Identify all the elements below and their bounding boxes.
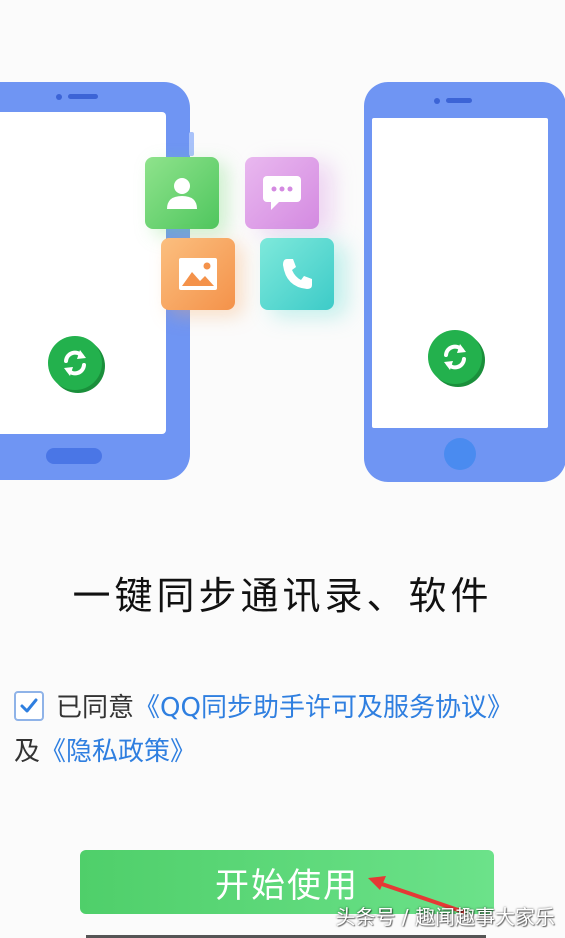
privacy-policy-link[interactable]: 《隐私政策》	[40, 737, 196, 767]
app-screen: 一键同步通讯录、软件 已同意《QQ同步助手许可及服务协议》 及《隐私政策》 开始…	[0, 0, 565, 938]
target-phone	[364, 82, 565, 482]
agreement-row: 已同意《QQ同步助手许可及服务协议》 及《隐私政策》	[14, 686, 559, 774]
checkmark-icon	[20, 698, 38, 713]
speaker-slot	[68, 94, 98, 99]
photo-icon	[161, 238, 235, 310]
sync-icon	[428, 330, 482, 384]
home-bar	[46, 448, 102, 464]
agreement-conjunction: 及	[14, 737, 41, 767]
sync-illustration	[0, 0, 565, 500]
side-button	[189, 132, 194, 156]
camera-dot	[434, 98, 440, 104]
page-title: 一键同步通讯录、软件	[72, 574, 493, 618]
speaker-slot	[446, 98, 472, 103]
phone-icon	[260, 238, 334, 310]
license-agreement-link[interactable]: 《QQ同步助手许可及服务协议》	[134, 693, 513, 723]
sync-icon	[48, 336, 102, 390]
message-icon	[245, 157, 319, 229]
agree-checkbox[interactable]	[14, 691, 44, 721]
camera-dot	[56, 94, 62, 100]
agreement-prefix: 已同意	[56, 693, 135, 723]
contact-icon	[145, 157, 219, 229]
watermark: 头条号 / 趣闻趣事大家乐	[335, 905, 555, 929]
home-button	[444, 438, 476, 470]
